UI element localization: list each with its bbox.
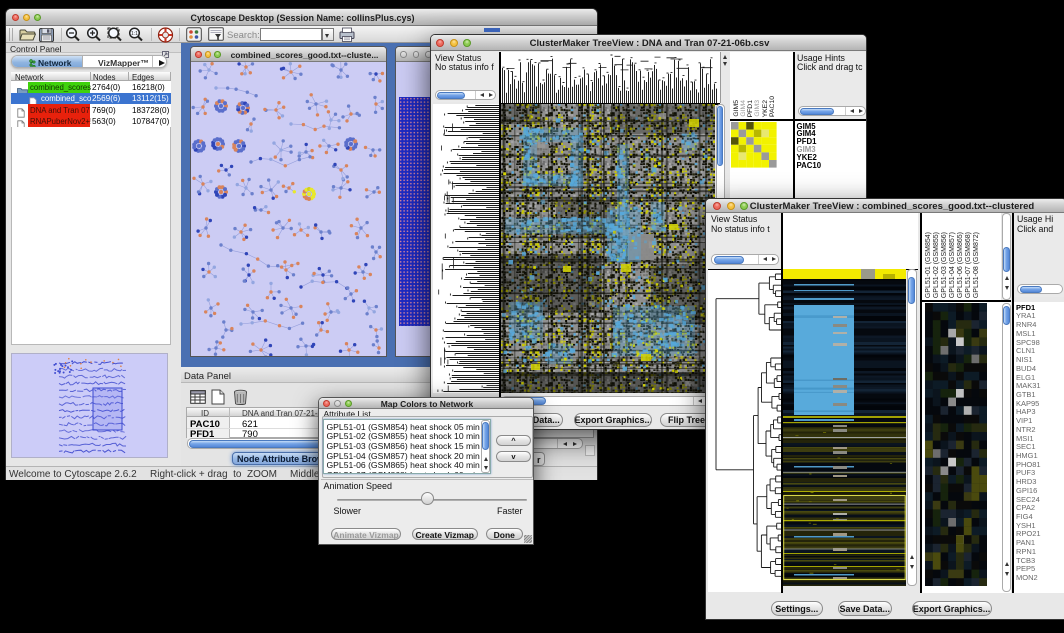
svg-text:1:1: 1:1 [131, 31, 138, 37]
